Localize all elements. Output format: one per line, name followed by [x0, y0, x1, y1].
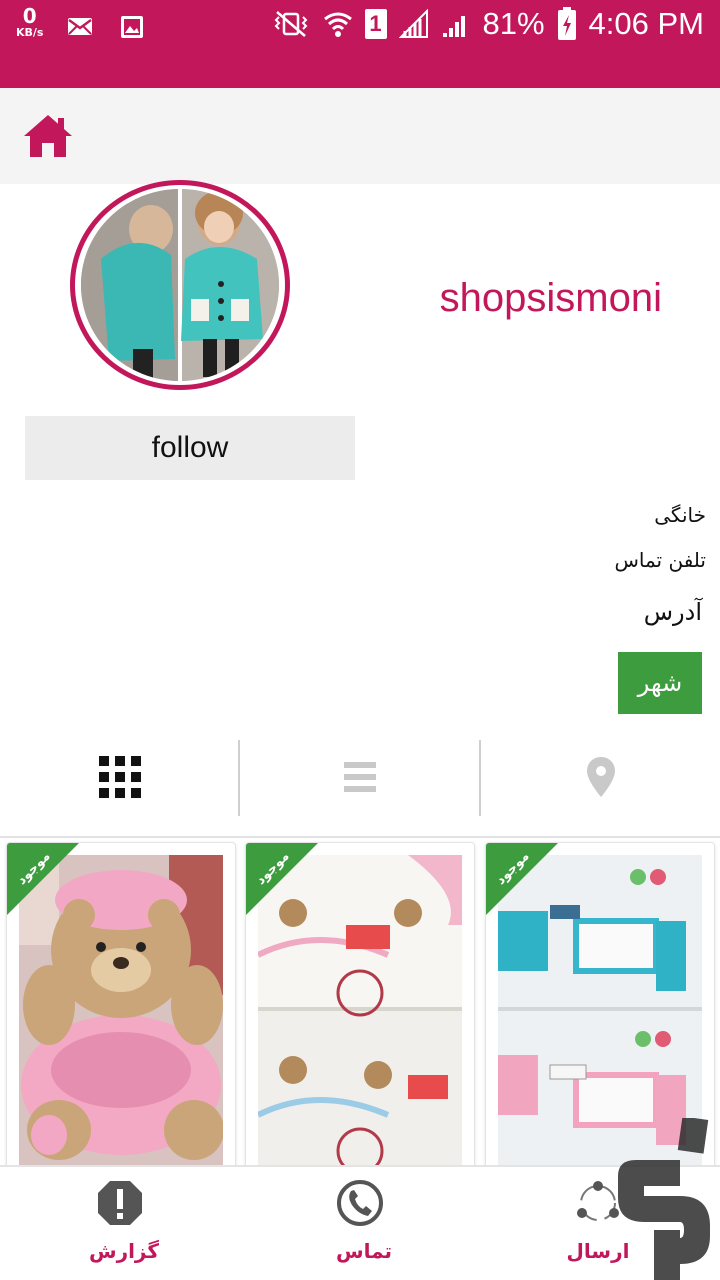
list-icon: [344, 762, 376, 792]
profile-username: shopsismoni: [439, 276, 662, 320]
avatar-photo: [81, 189, 279, 381]
home-icon[interactable]: [22, 112, 74, 160]
view-tabs: [0, 738, 720, 838]
top-bar: [0, 88, 720, 184]
battery-icon: [557, 7, 576, 40]
signal-icon: [398, 9, 428, 38]
status-bar: 0 KB/s 1 81% 4:06 PM: [0, 0, 720, 88]
sim-slot-number: 1: [369, 11, 382, 36]
battery-percent: 81%: [482, 6, 545, 41]
vibrate-icon: [274, 11, 307, 37]
gallery-icon: [121, 16, 144, 38]
profile-avatar: [70, 180, 290, 390]
grid-icon: [98, 756, 141, 798]
report-icon: [98, 1181, 142, 1225]
city-button[interactable]: شهر: [618, 652, 702, 714]
profile-category: خانگی: [654, 503, 706, 527]
app-screen: 0 KB/s 1 81% 4:06 PM shopsismoni follow …: [0, 0, 720, 1280]
product-card[interactable]: موجود: [6, 842, 236, 1172]
mail-icon: [68, 18, 93, 35]
phone-icon: [337, 1180, 383, 1226]
in-stock-ribbon: موجود: [246, 843, 318, 915]
profile-phone-label: تلفن تماس: [614, 548, 706, 572]
in-stock-ribbon: موجود: [486, 843, 558, 915]
network-speed: 0 KB/s: [16, 6, 43, 38]
store-watermark-logo: [618, 1118, 710, 1280]
speed-unit: KB/s: [16, 26, 44, 39]
report-label: گزارش: [88, 1239, 160, 1263]
profile-address-label: آدرس: [643, 598, 702, 626]
signal-icon: [442, 16, 465, 37]
report-button[interactable]: گزارش: [0, 1167, 240, 1280]
tab-location[interactable]: [481, 738, 720, 816]
product-card[interactable]: موجود: [245, 842, 475, 1172]
follow-button[interactable]: follow: [25, 416, 355, 480]
wifi-icon: [323, 12, 352, 37]
contact-label: تماس: [335, 1239, 393, 1263]
clock: 4:06 PM: [588, 6, 704, 41]
tab-grid[interactable]: [0, 738, 239, 816]
tab-list[interactable]: [240, 738, 480, 816]
sim-slot-badge: 1: [364, 9, 387, 39]
contact-button[interactable]: تماس: [240, 1167, 480, 1280]
in-stock-ribbon: موجود: [7, 843, 79, 915]
speed-value: 0: [22, 4, 37, 28]
location-pin-icon: [586, 757, 615, 797]
